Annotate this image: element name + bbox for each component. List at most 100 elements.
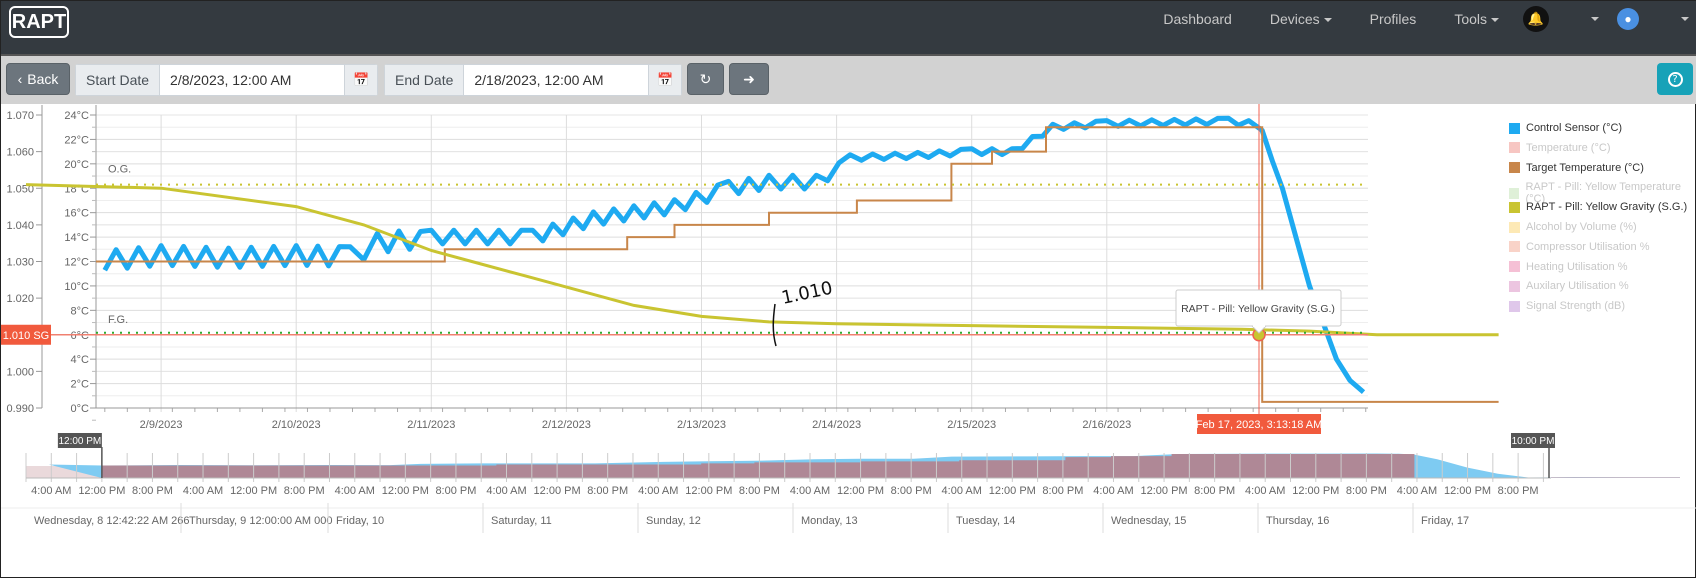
legend-item[interactable]: Signal Strength (dB): [1509, 300, 1625, 312]
calendar-icon[interactable]: 📅: [344, 64, 379, 96]
temp-tick-label: 10°C: [64, 281, 89, 293]
nav-profiles[interactable]: Profiles: [1370, 11, 1417, 27]
user-icon: ●: [1617, 8, 1639, 30]
caret-down-icon: [1591, 17, 1599, 22]
navigator-time-label: 8:00 PM: [891, 485, 932, 497]
rapt-logo[interactable]: RAPT: [9, 6, 69, 38]
navigator-time-label: 8:00 PM: [132, 485, 173, 497]
x-tick-label: 2/12/2023: [542, 419, 591, 431]
legend-item[interactable]: RAPT - Pill: Yellow Gravity (S.G.): [1509, 201, 1687, 213]
legend-swatch: [1509, 122, 1520, 134]
nav-dashboard[interactable]: Dashboard: [1163, 11, 1232, 27]
temp-tick-label: 6°C: [71, 330, 90, 342]
help-button[interactable]: ?: [1657, 63, 1693, 95]
legend-swatch: [1509, 221, 1520, 233]
caret-down-icon: [1681, 17, 1689, 22]
nav-tools[interactable]: Tools: [1454, 11, 1499, 27]
navigator-time-label: 4:00 AM: [31, 485, 71, 497]
top-navbar: RAPT Dashboard Devices Profiles Tools 🔔 …: [1, 1, 1696, 56]
sg-tick-label: 1.030: [6, 257, 34, 269]
navigator-day-label: Wednesday, 8 12:42:22 AM 266: [34, 515, 190, 527]
x-tick-label: 2/9/2023: [140, 419, 183, 431]
export-button[interactable]: ➜: [729, 63, 769, 95]
user-menu-button[interactable]: ●: [1617, 8, 1689, 30]
legend-label: RAPT - Pill: Yellow Gravity (S.G.): [1526, 201, 1688, 214]
legend-label: Alcohol by Volume (%): [1526, 221, 1637, 233]
legend-item[interactable]: Compressor Utilisation %: [1509, 241, 1649, 253]
navigator-day-label: Thursday, 9 12:00:00 AM 000: [189, 515, 333, 527]
caret-down-icon: [1491, 18, 1499, 23]
navigator-time-label: 8:00 PM: [587, 485, 628, 497]
x-tick-label: 2/15/2023: [947, 419, 996, 431]
x-tick-label: 2/16/2023: [1082, 419, 1131, 431]
legend-swatch: [1509, 280, 1520, 292]
navigator-day-label: Friday, 10: [336, 515, 384, 527]
legend-item[interactable]: Control Sensor (°C): [1509, 122, 1622, 134]
history-chart[interactable]: 2/9/2023 2/10/2023 2/11/2023 2/12/2023 2/13/…: [1, 104, 1696, 579]
bell-icon: 🔔: [1523, 6, 1549, 32]
fg-label: F.G.: [108, 314, 128, 326]
refresh-icon: ↻: [699, 70, 712, 87]
nav-links: Dashboard Devices Profiles Tools 🔔 ●: [1163, 1, 1696, 37]
navigator-handle-label: 12:00 PM: [58, 436, 101, 447]
legend-swatch: [1509, 241, 1520, 253]
og-label: O.G.: [108, 164, 131, 176]
navigator-time-label: 12:00 PM: [78, 485, 125, 497]
legend-item[interactable]: Target Temperature (°C): [1509, 162, 1644, 174]
navigator-time-label: 8:00 PM: [1042, 485, 1083, 497]
legend-label: Target Temperature (°C): [1526, 161, 1644, 174]
date-toolbar: ‹ Back Start Date 2/8/2023, 12:00 AM 📅 En…: [1, 56, 1696, 104]
temp-tick-label: 14°C: [64, 232, 89, 244]
navigator-handle-label: 10:00 PM: [1512, 436, 1555, 447]
nav-devices[interactable]: Devices: [1270, 11, 1332, 27]
navigator-time-label: 12:00 PM: [685, 485, 732, 497]
nav-tools-label: Tools: [1454, 11, 1487, 27]
start-date-input[interactable]: 2/8/2023, 12:00 AM: [160, 64, 345, 96]
start-date-label: Start Date: [75, 64, 161, 96]
temp-tick-label: 22°C: [64, 134, 89, 146]
navigator-time-label: 12:00 PM: [989, 485, 1036, 497]
navigator-time-label: 4:00 AM: [335, 485, 375, 497]
legend-label: Auxilary Utilisation %: [1526, 280, 1629, 293]
navigator-time-label: 12:00 PM: [1444, 485, 1491, 497]
legend-swatch: [1509, 261, 1520, 273]
navigator-day-label: Wednesday, 15: [1111, 515, 1186, 527]
navigator-time-label: 12:00 PM: [382, 485, 429, 497]
navigator-time-label: 8:00 PM: [739, 485, 780, 497]
temp-tick-label: 20°C: [64, 159, 89, 171]
navigator-time-label: 8:00 PM: [1498, 485, 1539, 497]
sg-tick-label: 1.020: [6, 293, 34, 305]
calendar-icon[interactable]: 📅: [648, 64, 683, 96]
navigator-time-label: 8:00 PM: [435, 485, 476, 497]
end-date-input[interactable]: 2/18/2023, 12:00 AM: [464, 64, 649, 96]
help-icon: ?: [1667, 71, 1683, 87]
navigator-time-label: 4:00 AM: [942, 485, 982, 497]
navigator-time-label: 4:00 AM: [1093, 485, 1133, 497]
sg-tick-label: 1.040: [6, 220, 34, 232]
back-button[interactable]: ‹ Back: [6, 63, 70, 95]
legend-item[interactable]: Temperature (°C): [1509, 142, 1610, 154]
legend-item[interactable]: Heating Utilisation %: [1509, 261, 1628, 273]
navigator-time-label: 12:00 PM: [534, 485, 581, 497]
export-icon: ➜: [743, 70, 755, 87]
notifications-button[interactable]: 🔔: [1523, 6, 1599, 32]
legend-label: Heating Utilisation %: [1526, 260, 1628, 273]
refresh-button[interactable]: ↻: [687, 63, 724, 95]
navigator-time-label: 8:00 PM: [1346, 485, 1387, 497]
legend-swatch: [1509, 201, 1520, 213]
x-tick-label: 2/14/2023: [812, 419, 861, 431]
tooltip-text: RAPT - Pill: Yellow Gravity (S.G.): [1181, 303, 1335, 315]
navigator-day-label: Saturday, 11: [491, 515, 552, 527]
legend-item[interactable]: Auxilary Utilisation %: [1509, 280, 1629, 292]
legend-item[interactable]: Alcohol by Volume (%): [1509, 221, 1637, 233]
temp-tick-label: 16°C: [64, 208, 89, 220]
navigator-time-label: 12:00 PM: [230, 485, 277, 497]
legend-label: Control Sensor (°C): [1526, 122, 1623, 134]
navigator-day-label: Monday, 13: [801, 515, 858, 527]
legend-label: Temperature (°C): [1526, 141, 1611, 154]
legend-swatch: [1509, 300, 1520, 312]
back-label: Back: [27, 71, 59, 87]
handwritten-note: 1.010: [780, 278, 835, 309]
crosshair-x-label: Feb 17, 2023, 3:13:18 AM: [1196, 419, 1323, 431]
navigator-day-label: Thursday, 16: [1266, 515, 1329, 527]
